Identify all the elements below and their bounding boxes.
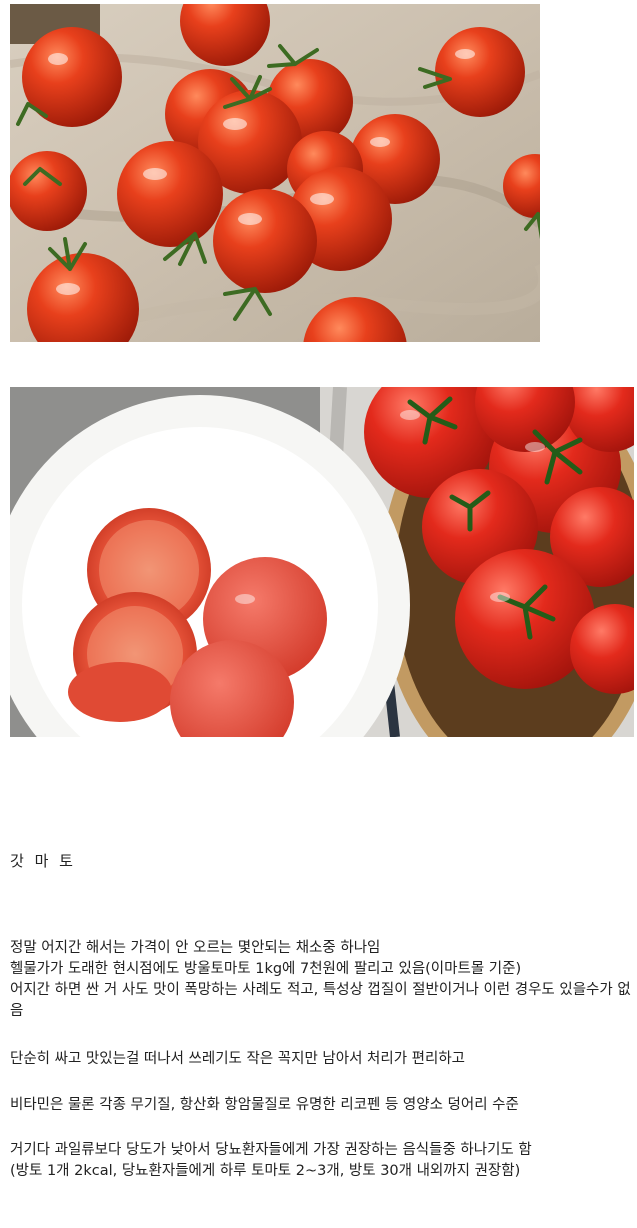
tomatoes-plate-basket-photo xyxy=(10,387,634,737)
post-title: 갓 마 토 xyxy=(10,852,76,870)
paragraph-diabetes: 거기다 과일류보다 당도가 낮아서 당뇨환자들에게 가장 권장하는 음식들중 하… xyxy=(10,1142,532,1179)
paragraph-waste: 단순히 싸고 맛있는걸 떠나서 쓰레기도 작은 꼭지만 남아서 처리가 편리하고 xyxy=(10,1051,466,1067)
paragraph-price: 정말 어지간 해서는 가격이 안 오르는 몇안되는 채소중 하나임 헬물가가 도… xyxy=(10,940,631,1019)
paragraph-nutrition: 비타민은 물론 각종 무기질, 항산화 항암물질로 유명한 리코펜 등 영양소 … xyxy=(10,1097,519,1113)
cherry-tomatoes-photo xyxy=(10,4,540,342)
